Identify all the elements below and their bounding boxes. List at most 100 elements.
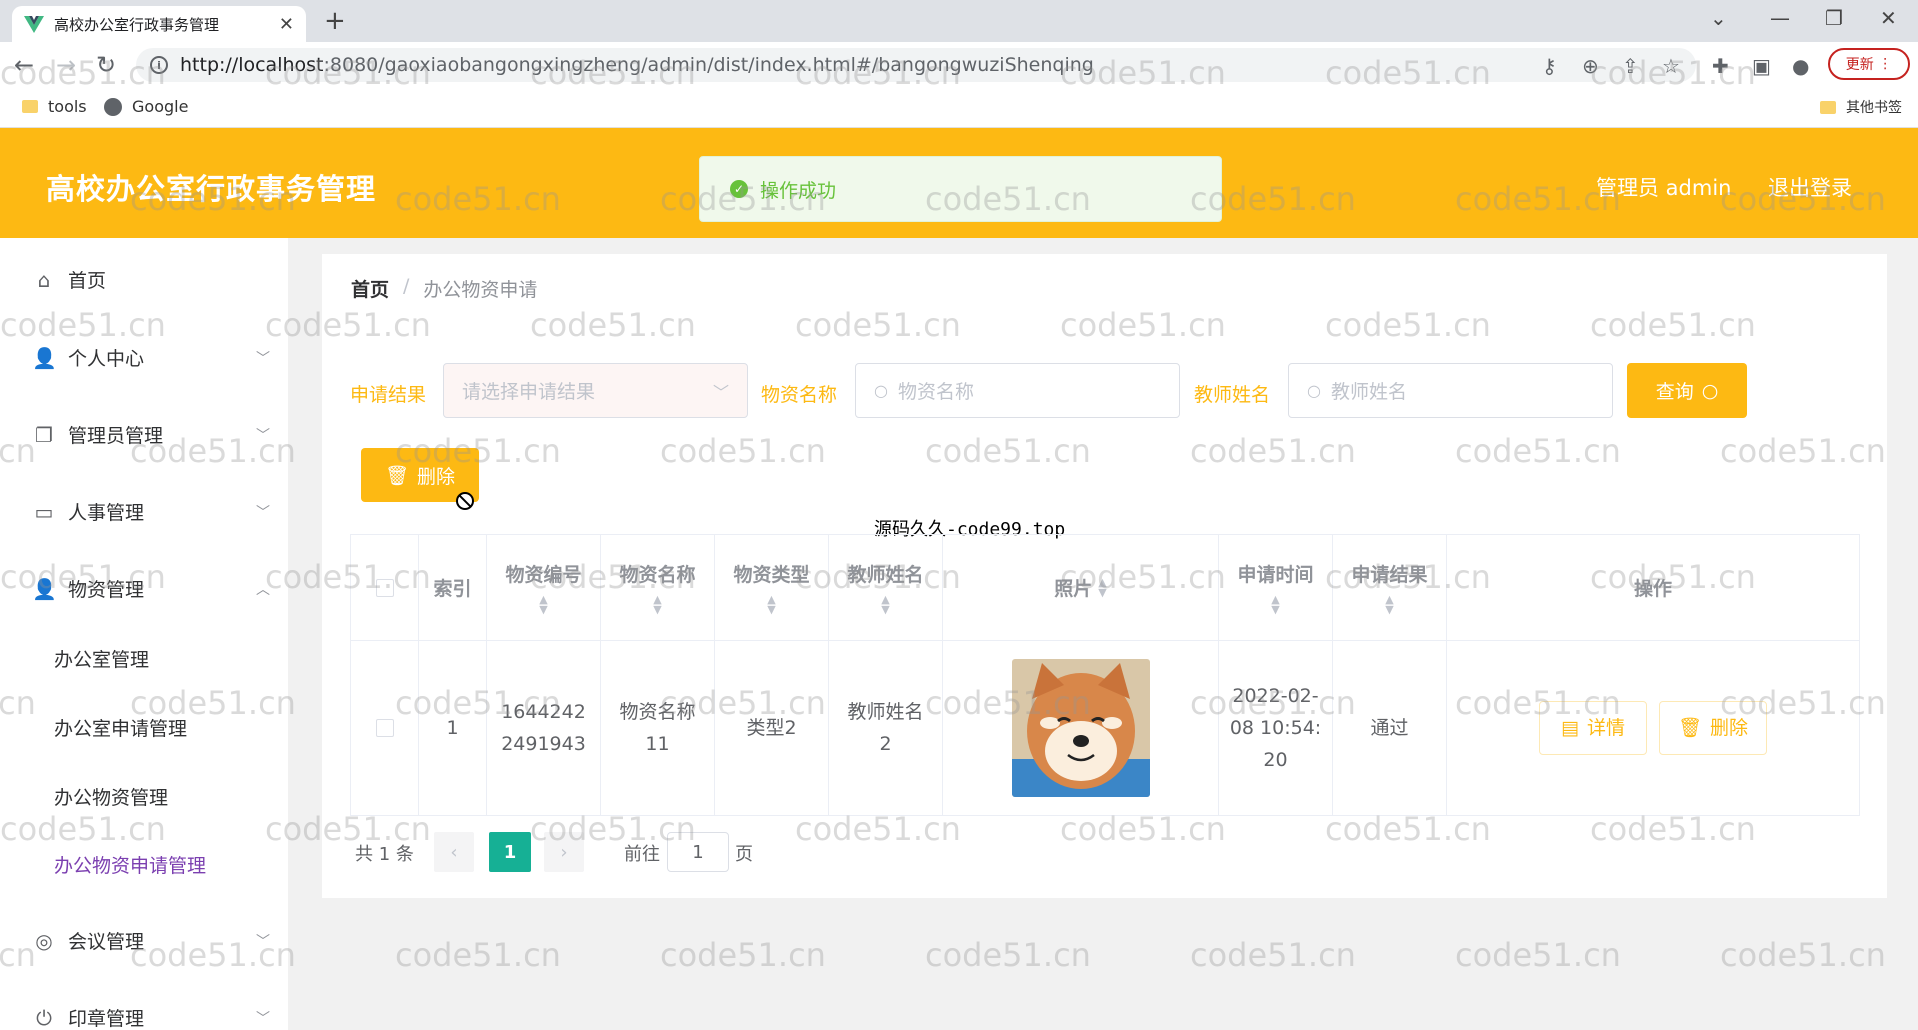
detail-label: 详情: [1586, 717, 1625, 739]
shiba-dog-photo[interactable]: [1011, 659, 1150, 797]
detail-button[interactable]: ▤ 详情: [1539, 701, 1647, 755]
bookmark-other[interactable]: 其他书签: [1820, 97, 1902, 117]
row-delete-button[interactable]: 🗑 删除: [1659, 701, 1767, 755]
browser-tab[interactable]: 高校办公室行政事务管理 ✕: [12, 6, 306, 42]
cell-text: 20: [1263, 749, 1288, 771]
table-cell: ▤ 详情 🗑 删除: [1447, 641, 1859, 815]
query-button[interactable]: 查询 ○: [1627, 363, 1747, 418]
tab-search-icon[interactable]: ⌄: [1710, 6, 1727, 30]
search-icon: ○: [874, 381, 888, 400]
header-label: 申请结果: [1351, 564, 1428, 586]
column-header[interactable]: 教师姓名 ▲ ▼: [829, 535, 943, 641]
breadcrumb-home[interactable]: 首页: [351, 275, 389, 302]
profile-icon[interactable]: ●: [1792, 54, 1809, 78]
update-label: 更新: [1845, 57, 1874, 73]
delete-label: 删除: [1710, 717, 1749, 739]
bookmark-tools[interactable]: tools: [22, 97, 87, 116]
update-button[interactable]: 更新 ⋮: [1828, 48, 1910, 80]
bookmarks-bar: tools Google 其他书签: [0, 88, 1918, 128]
cell-text: 2022-02-: [1232, 685, 1319, 707]
restore-icon[interactable]: ❐: [1825, 6, 1843, 30]
share-icon[interactable]: ⇪: [1622, 54, 1639, 78]
chevron-down-icon: ﹀: [712, 382, 729, 402]
check-circle-icon: ✓: [730, 180, 748, 198]
sidebar-item-hr[interactable]: ▭ 人事管理 ﹀: [32, 498, 270, 525]
goto-prefix: 前往: [624, 844, 660, 865]
watermark-text: code51.cn: [925, 936, 1091, 974]
logout-link[interactable]: 退出登录: [1768, 172, 1852, 202]
row-checkbox[interactable]: [375, 719, 394, 737]
cell-text: 2491943: [501, 733, 586, 755]
bookmark-google[interactable]: Google: [104, 97, 188, 116]
name-search-input[interactable]: ○ 物资名称: [855, 363, 1180, 418]
column-header[interactable]: 物资编号 ▲ ▼: [487, 535, 601, 641]
watermark-text: code51.cn: [395, 936, 561, 974]
sidebar-sub-office[interactable]: 办公室管理: [54, 645, 149, 672]
column-header[interactable]: 申请结果 ▲ ▼: [1333, 535, 1447, 641]
cell-text: 类型2: [746, 717, 797, 739]
column-header[interactable]: 物资名称 ▲ ▼: [601, 535, 715, 641]
address-bar-row: ← → ↻ i http://localhost:8080/gaoxiaoban…: [0, 42, 1918, 88]
sort-icon[interactable]: ▲ ▼: [1385, 594, 1393, 615]
sidebar-sub-supplies-apply[interactable]: 办公物资申请管理: [54, 851, 206, 878]
column-header[interactable]: 申请时间 ▲ ▼: [1219, 535, 1333, 641]
prev-page-button[interactable]: ‹: [434, 832, 474, 872]
chevron-down-icon: ﹀: [256, 504, 270, 521]
name-input-placeholder: 物资名称: [897, 381, 974, 403]
cell-text: 1644242: [501, 701, 586, 723]
reload-icon[interactable]: ↻: [96, 52, 116, 78]
sidebar-item-meeting[interactable]: ◎ 会议管理 ﹀: [32, 927, 270, 954]
site-info-icon[interactable]: i: [150, 56, 168, 74]
zoom-icon[interactable]: ⊕: [1582, 54, 1599, 78]
header-label: 照片: [1054, 578, 1093, 600]
column-header[interactable]: 照片 ▲ ▼: [943, 535, 1219, 641]
breadcrumb-current: 办公物资申请: [423, 279, 538, 301]
column-header[interactable]: 物资类型 ▲ ▼: [715, 535, 829, 641]
goto-page-input[interactable]: 1: [667, 832, 729, 872]
sidebar-sub-office-apply[interactable]: 办公室申请管理: [54, 714, 187, 741]
result-select[interactable]: 请选择申请结果 ﹀: [443, 363, 748, 418]
header-label: 物资类型: [733, 564, 810, 586]
new-tab-icon[interactable]: +: [324, 6, 346, 36]
sort-icon[interactable]: ▲ ▼: [767, 594, 775, 615]
chevron-down-icon: ﹀: [256, 427, 270, 444]
sidebar-item-home[interactable]: ⌂ 首页: [32, 266, 270, 293]
sort-icon[interactable]: ▲ ▼: [539, 594, 547, 615]
forward-icon[interactable]: →: [56, 52, 76, 78]
sidepanel-icon[interactable]: ▣: [1752, 54, 1771, 78]
chevron-down-icon: ﹀: [256, 1010, 270, 1027]
minimize-icon[interactable]: —: [1770, 6, 1790, 30]
header-label: 申请时间: [1237, 564, 1314, 586]
sidebar-item-profile[interactable]: 👤 个人中心 ﹀: [32, 344, 270, 371]
url-path: :8080/gaoxiaobangongxingzheng/admin/dist…: [323, 54, 1094, 76]
teacher-input-placeholder: 教师姓名: [1330, 381, 1407, 403]
sidebar-item-label: 首页: [68, 270, 107, 292]
chat-icon: ▭: [34, 499, 54, 524]
back-icon[interactable]: ←: [14, 52, 34, 78]
sidebar-item-materials[interactable]: 👤 物资管理 ︿: [32, 575, 270, 602]
bookmark-star-icon[interactable]: ☆: [1662, 54, 1680, 78]
key-icon[interactable]: ⚷: [1542, 54, 1557, 78]
select-all-checkbox[interactable]: [375, 578, 394, 597]
extensions-icon[interactable]: ✚: [1712, 54, 1729, 78]
close-window-icon[interactable]: ✕: [1880, 6, 1897, 30]
sort-icon[interactable]: ▲ ▼: [881, 594, 889, 615]
cell-text: 物资名称: [619, 701, 696, 723]
chevron-down-icon: ﹀: [256, 350, 270, 367]
sort-icon[interactable]: ▲ ▼: [1098, 577, 1106, 598]
not-allowed-cursor-icon: [456, 492, 474, 510]
page-number[interactable]: 1: [489, 832, 531, 872]
close-tab-icon[interactable]: ✕: [279, 14, 294, 35]
sort-icon[interactable]: ▲ ▼: [653, 594, 661, 615]
sidebar-item-admin[interactable]: ❐ 管理员管理 ﹀: [32, 421, 270, 448]
sidebar-item-label: 管理员管理: [68, 425, 164, 447]
sidebar-sub-supplies[interactable]: 办公物资管理: [54, 783, 168, 810]
next-page-button[interactable]: ›: [544, 832, 584, 872]
pagination-total: 共 1 条: [355, 844, 414, 865]
sidebar-item-seal[interactable]: ⏻ 印章管理 ﹀: [32, 1004, 270, 1030]
sort-icon[interactable]: ▲ ▼: [1271, 594, 1279, 615]
table-cell: 物资名称 11: [601, 641, 715, 815]
url-input[interactable]: i http://localhost:8080/gaoxiaobangongxi…: [136, 48, 1696, 82]
home-icon: ⌂: [37, 267, 51, 292]
teacher-search-input[interactable]: ○ 教师姓名: [1288, 363, 1613, 418]
